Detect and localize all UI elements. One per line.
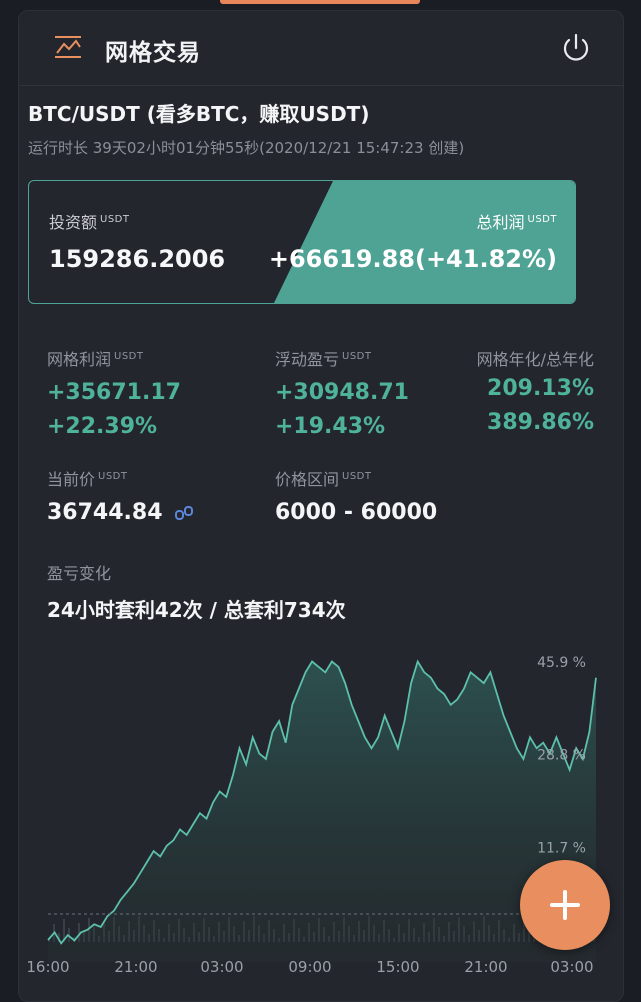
pnl-area [48,661,596,962]
floating-pnl-pct: +19.43% [275,414,386,439]
grid-profit-value: +35671.17 [47,380,181,405]
link-icon[interactable] [174,504,196,522]
grid-annualized-value: 209.13% [487,376,594,401]
grid-profit-pct: +22.39% [47,414,158,439]
pnl-section-label: 盈亏变化 [47,564,112,583]
total-profit-label: 总利润 USDT [476,213,557,232]
pair-title: BTC/USDT (看多BTC，赚取USDT) [28,102,370,126]
annualized-label: 网格年化/总年化 [476,350,594,369]
page-title: 网格交易 [105,40,201,66]
floating-pnl-label: 浮动盈亏 USDT [275,350,372,369]
total-profit-value: +66619.88(+41.82%) [268,245,557,273]
x-tick-label: 21:00 [464,958,507,976]
top-accent-bar [220,0,420,4]
current-price-value: 36744.84 [47,500,196,525]
investment-label: 投资额 USDT [49,213,130,232]
arbitrage-summary: 24小时套利42次 / 总套利734次 [47,598,346,622]
floating-pnl-value: +30948.71 [275,380,409,405]
power-icon[interactable] [559,31,593,65]
price-range-value: 6000 - 60000 [275,500,438,525]
grid-profit-label: 网格利润 USDT [47,350,144,369]
add-button[interactable] [520,860,610,950]
grid-logo-icon [55,36,81,58]
x-tick-label: 09:00 [288,958,331,976]
total-annualized-value: 389.86% [487,410,594,435]
investment-box: 投资额 USDT 159286.2006 总利润 USDT +66619.88(+4… [28,180,576,304]
x-tick-label: 21:00 [114,958,157,976]
y-tick-label: 28.8 % [537,748,586,764]
x-tick-label: 03:00 [200,958,243,976]
x-tick-label: 15:00 [376,958,419,976]
runtime-text: 运行时长 39天02小时01分钟55秒(2020/12/21 15:47:23 … [28,139,465,157]
current-price-label: 当前价 USDT [47,470,128,489]
price-range-label: 价格区间 USDT [275,470,372,489]
profit-highlight [274,181,575,303]
y-tick-label: 45.9 % [537,655,586,671]
header: 网格交易 [19,11,623,86]
x-tick-label: 03:00 [550,958,593,976]
y-tick-label: 11.7 % [537,840,586,856]
x-tick-label: 16:00 [26,958,69,976]
investment-value: 159286.2006 [49,245,226,273]
